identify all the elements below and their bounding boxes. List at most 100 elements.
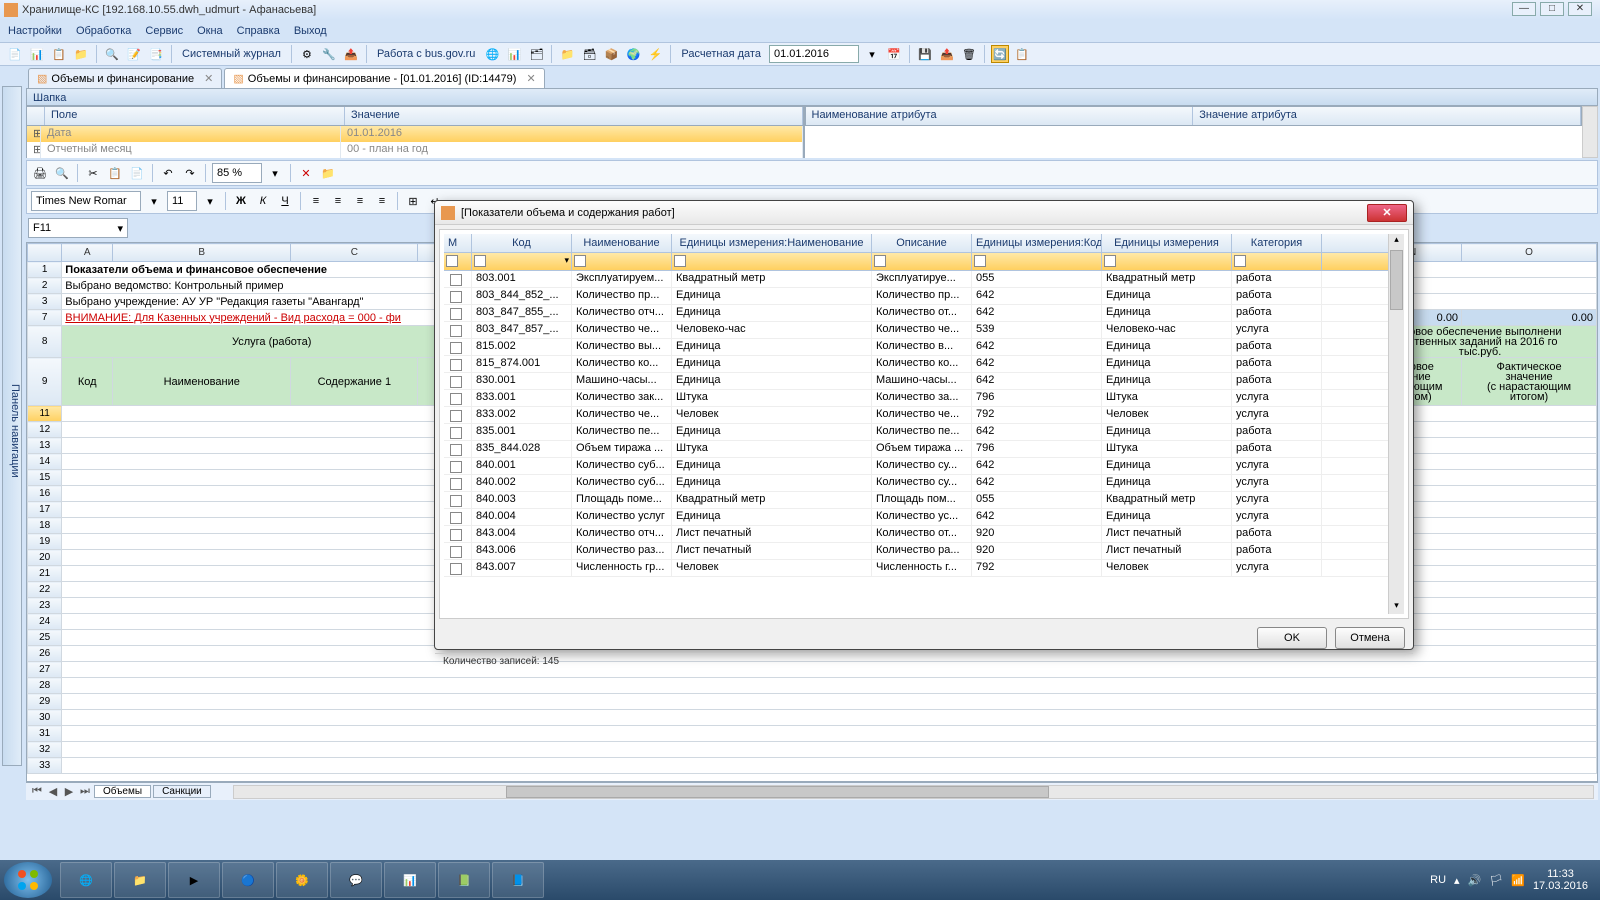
dialog-row[interactable]: 840.001Количество суб... ЕдиницаКоличест… [444,458,1388,475]
taskbar-icq[interactable]: 🌼 [276,862,328,898]
tool-icon[interactable]: 📤 [342,45,360,63]
merge-icon[interactable]: ⊞ [404,192,422,210]
tool-icon[interactable]: ⚙ [298,45,316,63]
tool-icon[interactable]: 🌍 [624,45,642,63]
tab-close-icon[interactable]: ✕ [204,72,213,85]
align-center-icon[interactable]: ≡ [329,192,347,210]
dialog-row[interactable]: 803_847_857_...Количество че... Человеко… [444,322,1388,339]
taskbar-media[interactable]: ▶ [168,862,220,898]
italic-icon[interactable]: К [254,192,272,210]
tool-icon[interactable]: 📝 [125,45,143,63]
dropdown-icon[interactable]: ▾ [145,192,163,210]
col-value[interactable]: Значение [345,107,803,125]
tool-icon[interactable]: 📄 [6,45,24,63]
cancel-button[interactable]: Отмена [1335,627,1405,649]
dialog-vscroll[interactable]: ▴ ▾ [1388,234,1404,614]
bold-icon[interactable]: Ж [232,192,250,210]
taskbar-excel[interactable]: 📗 [438,862,490,898]
dialog-row[interactable]: 843.006Количество раз... Лист печатныйКо… [444,543,1388,560]
taskbar-chat[interactable]: 💬 [330,862,382,898]
system-tray[interactable]: RU ▴ 🔊 🏳 📶 11:3317.03.2016 [1430,868,1596,892]
redo-icon[interactable]: ↷ [181,164,199,182]
underline-icon[interactable]: Ч [276,192,294,210]
sheet-tab-volumes[interactable]: Объемы [94,785,151,798]
align-justify-icon[interactable]: ≡ [373,192,391,210]
tool-icon[interactable]: 🗂 [527,45,545,63]
maximize-button[interactable]: □ [1540,2,1564,16]
tool-icon[interactable]: 📋 [1013,45,1031,63]
col-header[interactable]: Единицы измерения:Код [972,234,1102,252]
dialog-row[interactable]: 840.004Количество услуг ЕдиницаКоличеств… [444,509,1388,526]
align-right-icon[interactable]: ≡ [351,192,369,210]
undo-icon[interactable]: ↶ [159,164,177,182]
col-header[interactable]: Категория [1232,234,1322,252]
expand-icon[interactable]: ⊞ [27,142,41,158]
tool-icon[interactable]: 🗑 [960,45,978,63]
dialog-row[interactable]: 815_874.001Количество ко... ЕдиницаКолич… [444,356,1388,373]
col-pole[interactable]: Поле [45,107,345,125]
dialog-row[interactable]: 843.004Количество отч... Лист печатныйКо… [444,526,1388,543]
sheet-last-icon[interactable]: ⏭ [78,785,92,798]
tray-icon[interactable]: ▴ [1454,874,1460,887]
menu-settings[interactable]: Настройки [8,25,62,37]
sheet-first-icon[interactable]: ⏮ [30,785,44,798]
col-header[interactable]: Единицы измерения:Наименование [672,234,872,252]
grid-row[interactable]: ⊞ Дата 01.01.2016 [26,126,804,142]
tab-close-icon[interactable]: ✕ [526,72,535,85]
tray-flag-icon[interactable]: 🏳 [1489,874,1503,887]
folder-icon[interactable]: 📁 [319,164,337,182]
minimize-button[interactable]: — [1512,2,1536,16]
tool-icon[interactable]: 📊 [28,45,46,63]
tab-volumes-1[interactable]: ▧ Объемы и финансирование ✕ [28,68,222,88]
col-attr-val[interactable]: Значение атрибута [1193,107,1581,125]
menu-help[interactable]: Справка [237,25,280,37]
font-select[interactable] [31,191,141,211]
taskbar-chrome[interactable]: 🔵 [222,862,274,898]
copy-icon[interactable]: 📋 [106,164,124,182]
menu-exit[interactable]: Выход [294,25,327,37]
dialog-row[interactable]: 830.001Машино-часы... ЕдиницаМашино-часы… [444,373,1388,390]
close-button[interactable]: ✕ [1568,2,1592,16]
dialog-row[interactable]: 843.007Численность гр... ЧеловекЧисленно… [444,560,1388,577]
dialog-row[interactable]: 840.003Площадь поме... Квадратный метрПл… [444,492,1388,509]
tool-icon[interactable]: 📦 [602,45,620,63]
preview-icon[interactable]: 🔍 [53,164,71,182]
taskbar-word[interactable]: 📘 [492,862,544,898]
tool-icon[interactable]: 📅 [885,45,903,63]
calendar-icon[interactable]: ▾ [863,45,881,63]
print-icon[interactable]: 🖨 [31,164,49,182]
dialog-close-button[interactable]: ✕ [1367,204,1407,222]
dialog-row[interactable]: 803_844_852_...Количество пр... ЕдиницаК… [444,288,1388,305]
dialog-row[interactable]: 803.001Эксплуатируем... Квадратный метрЭ… [444,271,1388,288]
dialog-row[interactable]: 803_847_855_...Количество отч... Единица… [444,305,1388,322]
taskbar-explorer[interactable]: 📁 [114,862,166,898]
tool-icon[interactable]: 🗃 [580,45,598,63]
start-button[interactable] [4,862,52,898]
fontsize-input[interactable] [167,191,197,211]
ok-button[interactable]: OK [1257,627,1327,649]
zoom-input[interactable] [212,163,262,183]
cut-icon[interactable]: ✂ [84,164,102,182]
tool-icon[interactable]: 📋 [50,45,68,63]
tool-icon[interactable]: 📁 [558,45,576,63]
tool-icon[interactable]: ⚡ [646,45,664,63]
calcdate-input[interactable] [769,45,859,63]
cancel-icon[interactable]: ✕ [297,164,315,182]
tool-icon[interactable]: 📤 [938,45,956,63]
col-header[interactable]: Описание [872,234,972,252]
dialog-row[interactable]: 835_844.028Объем тиража ... ШтукаОбъем т… [444,441,1388,458]
cell-reference[interactable]: F11 ▾ [28,218,128,238]
nav-panel[interactable]: Панель навигации [2,86,22,766]
vscroll[interactable] [1582,106,1598,158]
paste-icon[interactable]: 📄 [128,164,146,182]
taskbar-app[interactable]: 📊 [384,862,436,898]
dialog-row[interactable]: 835.001Количество пе... ЕдиницаКоличеств… [444,424,1388,441]
dialog-row[interactable]: 840.002Количество суб... ЕдиницаКоличест… [444,475,1388,492]
refresh-icon[interactable]: 🔄 [991,45,1009,63]
hscrollbar[interactable] [233,785,1594,799]
align-left-icon[interactable]: ≡ [307,192,325,210]
col-header[interactable]: Наименование [572,234,672,252]
dialog-rows[interactable]: 803.001Эксплуатируем... Квадратный метрЭ… [444,271,1388,614]
dialog-row[interactable]: 815.002Количество вы... ЕдиницаКоличеств… [444,339,1388,356]
grid-row[interactable]: ⊞ Отчетный месяц 00 - план на год [26,142,804,158]
